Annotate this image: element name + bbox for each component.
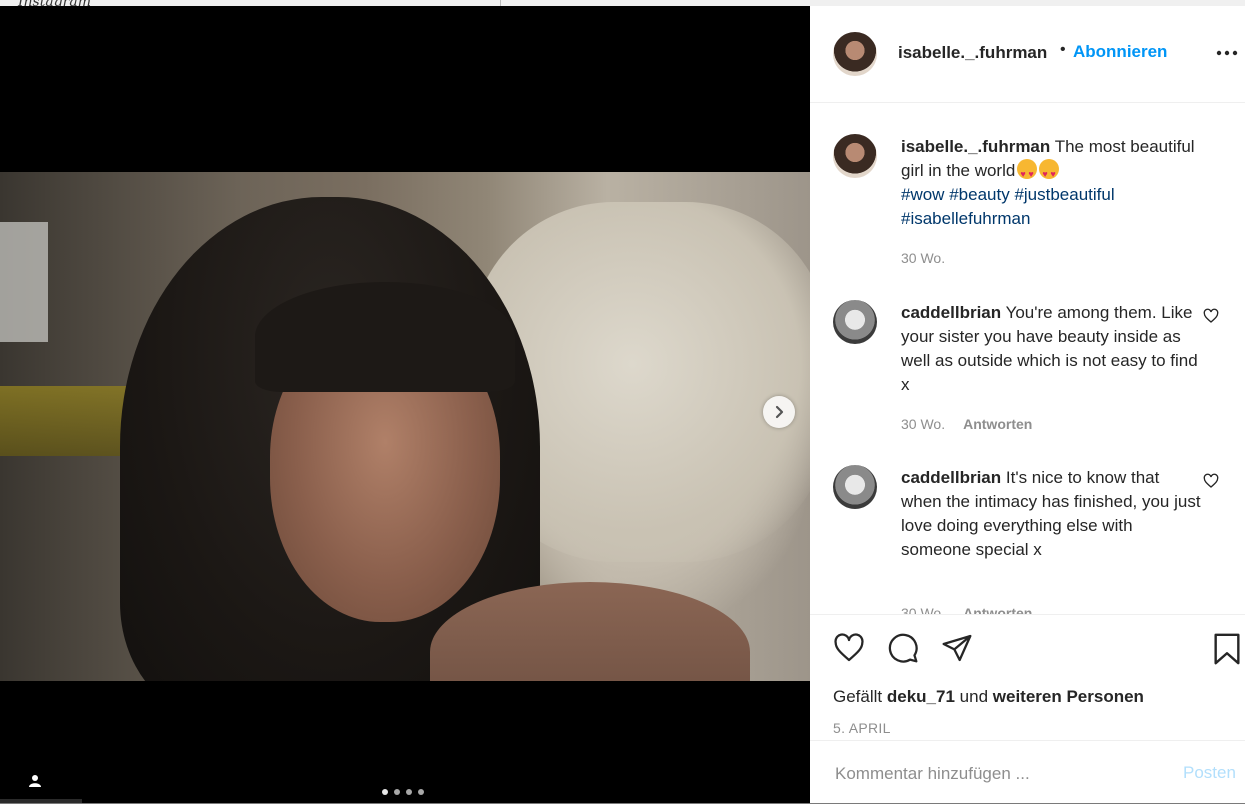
comment-input[interactable] xyxy=(833,761,1157,787)
caption-meta: 30 Wo. xyxy=(901,250,945,266)
person-icon xyxy=(29,775,41,787)
post-comment-button[interactable]: Posten xyxy=(1183,763,1236,783)
commenter-avatar[interactable] xyxy=(833,300,877,344)
separator-dot: • xyxy=(1060,41,1066,58)
caption-text: isabelle._.fuhrman The most beautiful gi… xyxy=(901,135,1201,231)
comment-icon[interactable] xyxy=(886,632,920,664)
hashtag-link[interactable]: #wow xyxy=(901,185,944,204)
post-media xyxy=(0,6,810,803)
comment-text: caddellbrian You're among them. Like you… xyxy=(901,301,1201,397)
comment-username[interactable]: caddellbrian xyxy=(901,468,1001,487)
share-icon[interactable] xyxy=(940,632,974,664)
reply-button[interactable]: Antworten xyxy=(963,416,1032,432)
carousel-dot xyxy=(418,789,424,795)
likes-middle: und xyxy=(959,687,989,706)
post-actions: Gefällt deku_71 und weiteren Personen 5.… xyxy=(810,614,1245,741)
post-date[interactable]: 5. APRIL xyxy=(833,720,891,736)
commenter-avatar[interactable] xyxy=(833,465,877,509)
add-comment-bar: Posten xyxy=(810,740,1245,804)
carousel-indicator xyxy=(382,789,424,795)
comment-text: caddellbrian It's nice to know that when… xyxy=(901,466,1201,562)
caption-time[interactable]: 30 Wo. xyxy=(901,250,945,266)
likes-prefix: Gefällt xyxy=(833,687,883,706)
hashtag-link[interactable]: #beauty xyxy=(949,185,1010,204)
liker-username[interactable]: deku_71 xyxy=(887,687,955,706)
like-comment-icon[interactable] xyxy=(1203,473,1219,489)
carousel-dot xyxy=(394,789,400,795)
post-header: isabelle._.fuhrman • Abonnieren xyxy=(810,6,1245,103)
caption-username[interactable]: isabelle._.fuhrman xyxy=(901,137,1050,156)
author-username[interactable]: isabelle._.fuhrman xyxy=(898,43,1047,63)
comment-time[interactable]: 30 Wo. xyxy=(901,605,945,614)
likes-others-link[interactable]: weiteren Personen xyxy=(993,687,1144,706)
hashtag-link[interactable]: #justbeautiful xyxy=(1014,185,1114,204)
carousel-dot xyxy=(406,789,412,795)
post-side-panel: isabelle._.fuhrman • Abonnieren isabelle… xyxy=(810,6,1245,803)
hashtag-link[interactable]: #isabellefuhrman xyxy=(901,209,1030,228)
heart-eyes-emoji xyxy=(1039,159,1060,186)
carousel-next-button[interactable] xyxy=(763,396,795,428)
comment-username[interactable]: caddellbrian xyxy=(901,303,1001,322)
like-comment-icon[interactable] xyxy=(1203,308,1219,324)
comment-time[interactable]: 30 Wo. xyxy=(901,416,945,432)
follow-button[interactable]: Abonnieren xyxy=(1073,42,1167,62)
author-avatar[interactable] xyxy=(833,32,877,76)
chevron-right-icon xyxy=(775,405,784,419)
reply-button[interactable]: Antworten xyxy=(963,605,1032,614)
author-avatar[interactable] xyxy=(833,134,877,178)
tagged-users-button[interactable] xyxy=(22,768,48,794)
taskbar-fragment xyxy=(0,799,82,803)
carousel-dot xyxy=(382,789,388,795)
heart-eyes-emoji xyxy=(1017,159,1038,186)
comment-meta: 30 Wo. Antworten xyxy=(901,605,1032,614)
post-photo xyxy=(0,172,810,681)
bookmark-icon[interactable] xyxy=(1210,632,1244,666)
more-options-icon[interactable] xyxy=(1216,42,1238,64)
like-icon[interactable] xyxy=(832,632,866,664)
likes-summary: Gefällt deku_71 und weiteren Personen xyxy=(833,687,1144,707)
comment-meta: 30 Wo. Antworten xyxy=(901,416,1032,432)
comments-list[interactable]: isabelle._.fuhrman The most beautiful gi… xyxy=(810,103,1245,614)
